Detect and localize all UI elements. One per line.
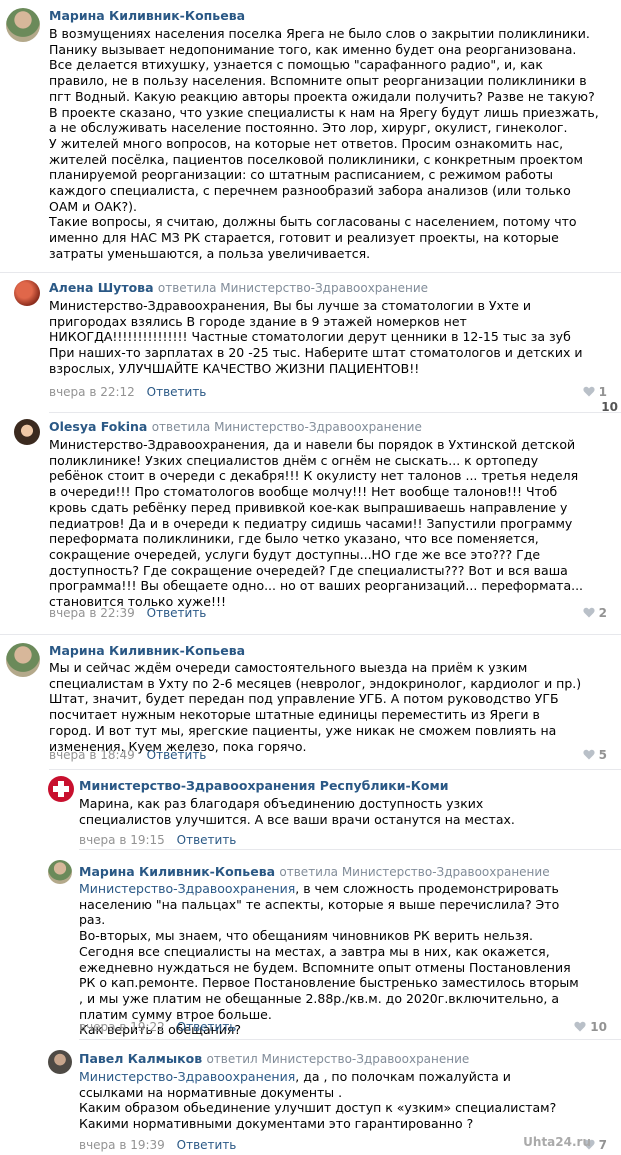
paragraph: Каким образом обьединение улучшит доступ… xyxy=(79,1100,557,1116)
like-button[interactable]: 10 xyxy=(574,1020,607,1034)
ministry-logo[interactable] xyxy=(48,776,74,802)
timestamp[interactable]: вчера в 22:39 xyxy=(49,606,135,620)
heart-icon xyxy=(583,749,595,760)
avatar[interactable] xyxy=(48,1050,72,1074)
comment-meta: вчера в 19:15 Ответить xyxy=(79,833,236,847)
author-name: Алена Шутова ответила Министерство-Здрав… xyxy=(49,280,428,295)
author-name[interactable]: Марина Киливник-Копьева xyxy=(49,643,245,658)
like-count: 2 xyxy=(598,606,607,620)
reply-button[interactable]: Ответить xyxy=(177,833,237,847)
paragraph: В возмущениях населения поселка Ярега не… xyxy=(49,26,595,104)
heart-icon xyxy=(583,607,595,618)
paragraph: Министерство-Здравоохранения, в чем слож… xyxy=(79,881,584,928)
author-link[interactable]: Марина Киливник-Копьева xyxy=(79,864,275,879)
author-name: Павел Калмыков ответил Министерство-Здра… xyxy=(79,1051,469,1066)
comment-text: Марина, как раз благодаря объединению до… xyxy=(79,796,559,827)
paragraph: Министерство-Здравоохранения, Вы бы лучш… xyxy=(49,298,583,376)
paragraph: В проекте сказано, что узкие специалисты… xyxy=(49,104,599,136)
reply-button[interactable]: Ответить xyxy=(147,606,207,620)
author-link[interactable]: Olesya Fokina xyxy=(49,419,147,434)
paragraph: У жителей много вопросов, на которые нет… xyxy=(49,135,583,214)
avatar[interactable] xyxy=(6,643,40,677)
comment: Марина Киливник-Копьева Мы и сейчас ждём… xyxy=(0,635,621,770)
reply-button[interactable]: Ответить xyxy=(147,385,207,399)
comment-text: Министерство-Здравоохранения, да и навел… xyxy=(49,437,584,610)
comment-meta: вчера в 19:39 Ответить xyxy=(79,1138,236,1152)
comment: Алена Шутова ответила Министерство-Здрав… xyxy=(0,273,621,414)
comment: Марина Киливник-Копьева В возмущениях на… xyxy=(0,0,621,272)
paragraph: Марина, как раз благодаря объединению до… xyxy=(79,796,515,827)
author-link[interactable]: Алена Шутова xyxy=(49,280,154,295)
comment-text: Мы и сейчас ждём очереди самостоятельног… xyxy=(49,660,584,754)
timestamp[interactable]: вчера в 22:12 xyxy=(49,385,135,399)
author-link[interactable]: Павел Калмыков xyxy=(79,1051,202,1066)
comment: Olesya Fokina ответила Министерство-Здра… xyxy=(0,413,621,635)
comment-meta: вчера в 19:22 Ответить xyxy=(79,1020,236,1034)
reply-button[interactable]: Ответить xyxy=(147,748,207,762)
comment: Марина Киливник-Копьева ответила Министе… xyxy=(0,850,621,1040)
comment-meta: вчера в 22:39 Ответить xyxy=(49,606,206,620)
timestamp[interactable]: вчера в 19:22 xyxy=(79,1020,165,1034)
paragraph: Такие вопросы, я считаю, должны быть сог… xyxy=(49,214,577,261)
comment-text: Министерство-Здравоохранения, да , по по… xyxy=(79,1069,579,1132)
comment-meta: вчера в 22:12 Ответить xyxy=(49,385,206,399)
like-count: 10 xyxy=(590,1020,607,1034)
like-button[interactable]: 2 xyxy=(583,606,607,620)
comment-text: Министерство-Здравоохранения, Вы бы лучш… xyxy=(49,298,584,377)
comment: Министерство-Здравоохранения Республики-… xyxy=(0,770,621,850)
author-name: Olesya Fokina ответила Министерство-Здра… xyxy=(49,419,422,434)
author-name[interactable]: Министерство-Здравоохранения Республики-… xyxy=(79,778,448,793)
paragraph: Министерство-Здравоохранения, да и навел… xyxy=(49,437,584,610)
replied-to[interactable]: ответила Министерство-Здравоохранение xyxy=(158,281,428,295)
heart-icon xyxy=(574,1021,586,1032)
author-name[interactable]: Марина Киливник-Копьева xyxy=(49,8,245,23)
paragraph: Какими нормативными документами это гара… xyxy=(79,1116,474,1132)
avatar[interactable] xyxy=(14,419,40,445)
timestamp[interactable]: вчера в 19:39 xyxy=(79,1138,165,1152)
addressee-link[interactable]: Министерство-Здравоохранения xyxy=(79,881,295,896)
comment-text: В возмущениях населения поселка Ярега не… xyxy=(49,26,601,262)
comment-text: Министерство-Здравоохранения, в чем слож… xyxy=(79,881,584,1038)
reply-button[interactable]: Ответить xyxy=(177,1020,237,1034)
avatar[interactable] xyxy=(48,860,72,884)
cross-icon xyxy=(53,781,69,797)
like-count: 1 xyxy=(598,385,607,399)
paragraph: Мы и сейчас ждём очереди самостоятельног… xyxy=(49,660,582,754)
like-count: 5 xyxy=(598,748,607,762)
site-watermark: Uhta24.ru xyxy=(523,1135,591,1149)
paragraph: Во-вторых, мы знаем, что обещаниям чинов… xyxy=(79,928,579,1022)
avatar[interactable] xyxy=(6,8,40,42)
paragraph: Министерство-Здравоохранения, да , по по… xyxy=(79,1069,579,1100)
author-name: Марина Киливник-Копьева ответила Министе… xyxy=(79,864,550,879)
timestamp[interactable]: вчера в 19:15 xyxy=(79,833,165,847)
like-button[interactable]: 5 xyxy=(583,748,607,762)
reply-button[interactable]: Ответить xyxy=(177,1138,237,1152)
like-count: 7 xyxy=(598,1138,607,1152)
replied-to[interactable]: ответила Министерство-Здравоохранение xyxy=(279,865,549,879)
replied-to[interactable]: ответила Министерство-Здравоохранение xyxy=(152,420,422,434)
replied-to[interactable]: ответил Министерство-Здравоохранение xyxy=(206,1052,469,1066)
heart-icon xyxy=(583,386,595,397)
timestamp[interactable]: вчера в 18:49 xyxy=(49,748,135,762)
addressee-link[interactable]: Министерство-Здравоохранения xyxy=(79,1069,295,1084)
avatar[interactable] xyxy=(14,280,40,306)
like-button[interactable]: 1 xyxy=(583,385,607,399)
comment-meta: вчера в 18:49 Ответить xyxy=(49,748,206,762)
